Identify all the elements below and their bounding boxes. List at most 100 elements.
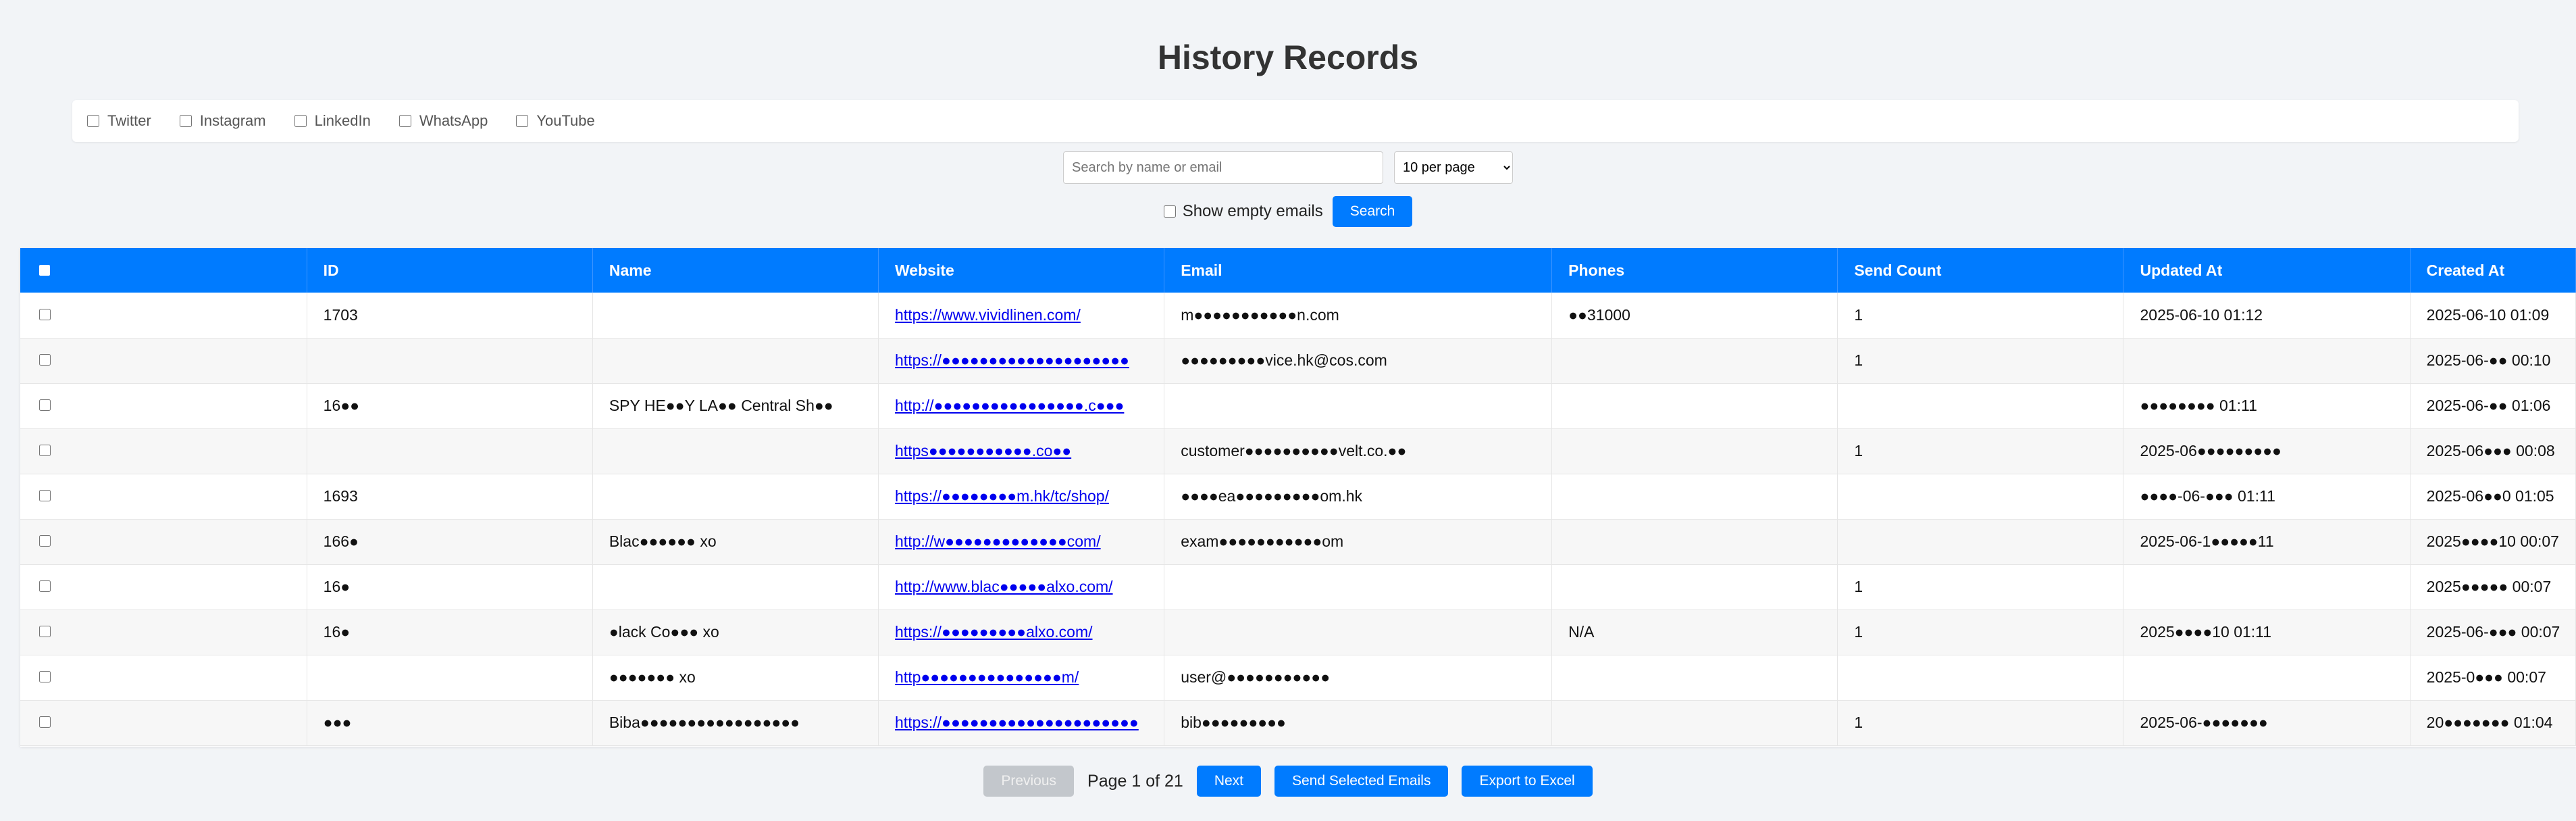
id-cell: ●●● bbox=[307, 700, 593, 746]
id-cell bbox=[307, 338, 593, 384]
row-checkbox[interactable] bbox=[39, 445, 51, 456]
filter-twitter[interactable]: Twitter bbox=[87, 112, 151, 130]
history-table: ID Name Website Email Phones Send Count Update… bbox=[20, 248, 2576, 746]
row-checkbox[interactable] bbox=[39, 580, 51, 592]
website-link[interactable]: http●●●●●●●●●●●●●●●m/ bbox=[895, 668, 1079, 686]
search-input[interactable] bbox=[1063, 151, 1383, 184]
table-row[interactable]: ●●● Biba●●●●●●●●●●●●●●●●● https://●●●●●●●●… bbox=[20, 700, 2576, 746]
filter-checkbox[interactable] bbox=[294, 115, 307, 127]
website-link[interactable]: https://●●●●●●●●●alxo.com/ bbox=[895, 623, 1093, 641]
created-at-cell: 20●●●●●●● 01:04 bbox=[2410, 700, 2576, 746]
updated-at-cell: ●●●●-06-●●● 01:11 bbox=[2123, 474, 2411, 520]
filter-youtube[interactable]: YouTube bbox=[516, 112, 595, 130]
send-count-cell: 1 bbox=[1837, 428, 2124, 474]
website-link[interactable]: https://●●●●●●●●m.hk/tc/shop/ bbox=[895, 487, 1109, 505]
website-cell: http://w●●●●●●●●●●●●●com/ bbox=[878, 519, 1165, 565]
table-row[interactable]: 1693 https://●●●●●●●●m.hk/tc/shop/ ●●●●ea●… bbox=[20, 474, 2576, 520]
row-checkbox[interactable] bbox=[39, 308, 51, 320]
select-all-checkbox[interactable] bbox=[20, 248, 307, 293]
table-row[interactable]: ●●●●●●● xo http●●●●●●●●●●●●●●●m/user@●●●●… bbox=[20, 655, 2576, 701]
search-row: 10 per page bbox=[0, 151, 2576, 184]
id-cell: 16●● bbox=[307, 383, 593, 429]
website-link[interactable]: https://www.vividlinen.com/ bbox=[895, 306, 1081, 324]
filter-checkbox[interactable] bbox=[516, 115, 529, 127]
website-cell: https●●●●●●●●●●●.co●● bbox=[878, 428, 1165, 474]
per-page-select[interactable]: 10 per page bbox=[1394, 151, 1513, 184]
website-cell: https://●●●●●●●●●●●●●●●●●●●● bbox=[878, 338, 1165, 384]
table-row[interactable]: 16●● SPY HE●●Y LA●● Central Sh●● http://●●… bbox=[20, 383, 2576, 429]
row-select-cell bbox=[20, 519, 307, 565]
updated-at-cell: ●●●●●●●● 01:11 bbox=[2123, 383, 2411, 429]
website-cell: http●●●●●●●●●●●●●●●m/ bbox=[878, 655, 1165, 701]
show-empty-emails-toggle[interactable]: Show empty emails bbox=[1163, 202, 1323, 221]
row-checkbox[interactable] bbox=[39, 671, 51, 682]
email-cell bbox=[1164, 564, 1553, 610]
website-link[interactable]: https://●●●●●●●●●●●●●●●●●●●● bbox=[895, 351, 1129, 369]
id-cell: 16● bbox=[307, 609, 593, 655]
row-checkbox[interactable] bbox=[39, 535, 51, 547]
website-cell: https://●●●●●●●●●●●●●●●●●●●●● bbox=[878, 700, 1165, 746]
show-empty-emails-checkbox[interactable] bbox=[1163, 205, 1176, 218]
send-count-cell: 1 bbox=[1837, 564, 2124, 610]
phones-cell bbox=[1551, 428, 1838, 474]
row-checkbox[interactable] bbox=[39, 716, 51, 728]
row-select-cell bbox=[20, 428, 307, 474]
table-row[interactable]: https://●●●●●●●●●●●●●●●●●●●● ●●●●●●●●●vic… bbox=[20, 338, 2576, 384]
website-link[interactable]: http://●●●●●●●●●●●●●●●●.c●●● bbox=[895, 397, 1124, 414]
send-count-cell bbox=[1837, 519, 2124, 565]
send-selected-emails-button[interactable]: Send Selected Emails bbox=[1274, 766, 1449, 797]
send-count-cell: 1 bbox=[1837, 609, 2124, 655]
table-row[interactable]: 1703 https://www.vividlinen.com/m●●●●●●●●… bbox=[20, 293, 2576, 339]
name-cell bbox=[592, 293, 879, 339]
show-empty-row: Show empty emails Search bbox=[0, 196, 2576, 227]
email-cell: ●●●●ea●●●●●●●●●om.hk bbox=[1164, 474, 1553, 520]
filter-label: YouTube bbox=[536, 112, 595, 129]
filter-checkbox[interactable] bbox=[179, 115, 192, 127]
website-link[interactable]: https://●●●●●●●●●●●●●●●●●●●●● bbox=[895, 714, 1139, 731]
export-excel-button[interactable]: Export to Excel bbox=[1462, 766, 1593, 797]
row-select-cell bbox=[20, 655, 307, 701]
filter-label: LinkedIn bbox=[314, 112, 371, 129]
filter-checkbox[interactable] bbox=[398, 115, 411, 127]
website-link[interactable]: http://www.blac●●●●●alxo.com/ bbox=[895, 578, 1113, 595]
row-checkbox[interactable] bbox=[39, 399, 51, 411]
table-row[interactable]: 16● http://www.blac●●●●●alxo.com/1 2025●●●… bbox=[20, 564, 2576, 610]
table-row[interactable]: 166● Blac●●●●●● xo http://w●●●●●●●●●●●●●co… bbox=[20, 519, 2576, 565]
row-checkbox[interactable] bbox=[39, 354, 51, 366]
website-link[interactable]: http://w●●●●●●●●●●●●●com/ bbox=[895, 532, 1101, 550]
table-row[interactable]: 16● ●lack Co●●● xo https://●●●●●●●●●alxo.c… bbox=[20, 609, 2576, 655]
search-button[interactable]: Search bbox=[1332, 196, 1413, 227]
name-cell: Blac●●●●●● xo bbox=[592, 519, 879, 565]
row-select-cell bbox=[20, 293, 307, 339]
email-cell: m●●●●●●●●●●●n.com bbox=[1164, 293, 1553, 339]
filter-instagram[interactable]: Instagram bbox=[179, 112, 266, 130]
website-cell: https://●●●●●●●●m.hk/tc/shop/ bbox=[878, 474, 1165, 520]
filter-whatsapp[interactable]: WhatsApp bbox=[398, 112, 488, 130]
created-at-cell: 2025●●●●● 00:07 bbox=[2410, 564, 2576, 610]
next-button[interactable]: Next bbox=[1196, 766, 1261, 797]
email-cell: exam●●●●●●●●●●●om bbox=[1164, 519, 1553, 565]
phones-cell bbox=[1551, 564, 1838, 610]
table-row[interactable]: https●●●●●●●●●●●.co●● customer●●●●●●●●●●v… bbox=[20, 428, 2576, 474]
row-checkbox[interactable] bbox=[39, 490, 51, 501]
filter-linkedin[interactable]: LinkedIn bbox=[294, 112, 371, 130]
send-count-cell bbox=[1837, 383, 2124, 429]
row-select-cell bbox=[20, 700, 307, 746]
filter-checkbox[interactable] bbox=[87, 115, 99, 127]
name-cell bbox=[592, 338, 879, 384]
row-select-cell bbox=[20, 383, 307, 429]
updated-at-cell bbox=[2123, 338, 2411, 384]
row-select-cell bbox=[20, 609, 307, 655]
name-cell: SPY HE●●Y LA●● Central Sh●● bbox=[592, 383, 879, 429]
created-at-cell: 2025-06-10 01:09 bbox=[2410, 293, 2576, 339]
send-count-cell bbox=[1837, 474, 2124, 520]
row-checkbox[interactable] bbox=[39, 626, 51, 637]
updated-at-cell: 2025-06-●●●●●●● bbox=[2123, 700, 2411, 746]
created-at-cell: 2025-06●●● 00:08 bbox=[2410, 428, 2576, 474]
phones-cell bbox=[1551, 383, 1838, 429]
name-cell bbox=[592, 564, 879, 610]
filter-label: Instagram bbox=[199, 112, 266, 129]
previous-button[interactable]: Previous bbox=[983, 766, 1075, 797]
website-link[interactable]: https●●●●●●●●●●●.co●● bbox=[895, 442, 1071, 459]
send-count-cell: 1 bbox=[1837, 700, 2124, 746]
